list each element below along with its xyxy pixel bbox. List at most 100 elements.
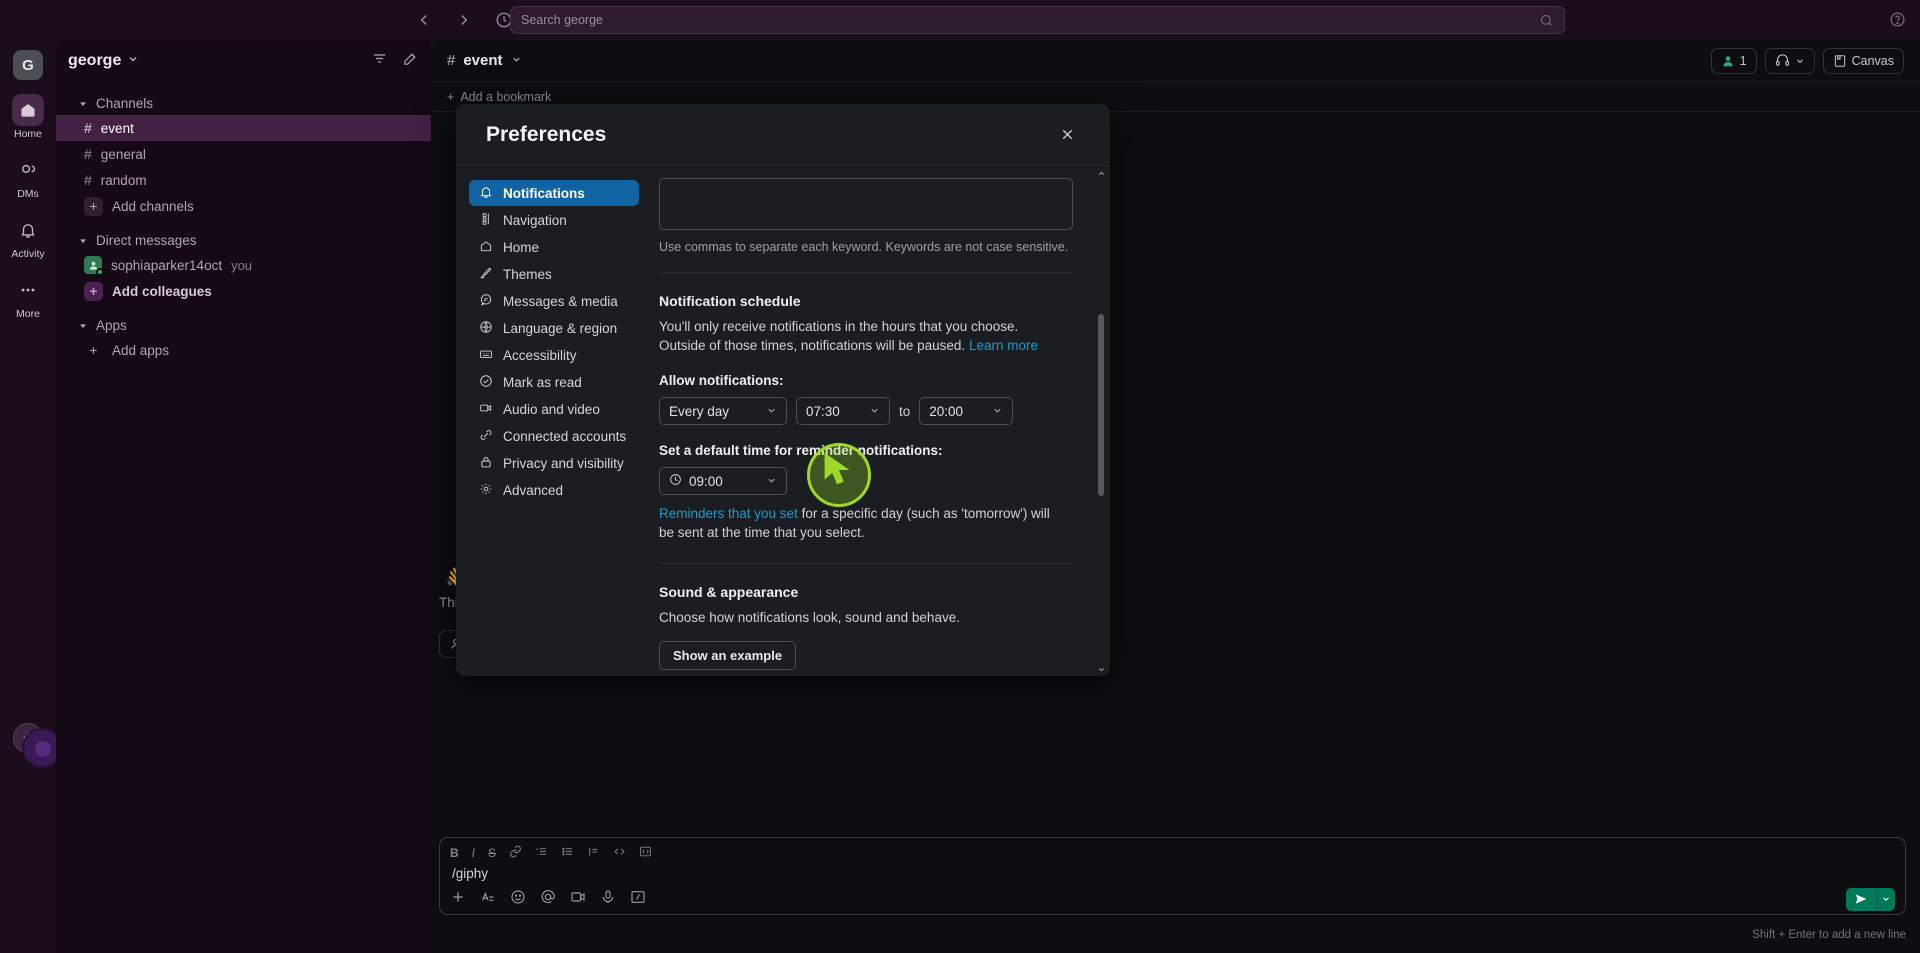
- chevron-down-icon[interactable]: [1096, 664, 1106, 674]
- help-icon[interactable]: [1889, 11, 1906, 33]
- learn-more-link[interactable]: Learn more: [969, 338, 1038, 353]
- pref-item-language-region[interactable]: Language & region: [469, 315, 639, 341]
- chevron-down-icon[interactable]: [127, 52, 139, 70]
- section-header-dms[interactable]: Direct messages: [56, 229, 431, 252]
- pref-item-privacy-and-visibility[interactable]: Privacy and visibility: [469, 450, 639, 476]
- hash-icon: #: [447, 52, 456, 69]
- workspace-name[interactable]: george: [68, 52, 121, 70]
- schedule-day-select[interactable]: Every day: [659, 397, 787, 426]
- search-input[interactable]: Search george: [521, 13, 603, 27]
- sidebar-item-random[interactable]: # random: [56, 167, 431, 193]
- hash-icon: #: [84, 146, 92, 162]
- microphone-icon[interactable]: [600, 889, 616, 910]
- strikethrough-icon[interactable]: S: [488, 846, 496, 860]
- back-icon[interactable]: [415, 11, 433, 29]
- scrollbar-thumb[interactable]: [1098, 314, 1104, 496]
- pref-item-connected-accounts[interactable]: Connected accounts: [469, 423, 639, 449]
- schedule-end-time-select[interactable]: 20:00: [919, 397, 1014, 426]
- pref-item-mark-as-read[interactable]: Mark as read: [469, 369, 639, 395]
- pref-item-label: Audio and video: [503, 401, 600, 417]
- italic-icon[interactable]: I: [472, 846, 475, 860]
- pref-item-advanced[interactable]: Advanced: [469, 477, 639, 503]
- rail-item-activity[interactable]: Activity: [3, 214, 53, 260]
- dialog-scrollbar[interactable]: [1096, 166, 1106, 676]
- pref-item-audio-and-video[interactable]: Audio and video: [469, 396, 639, 422]
- send-options-button[interactable]: [1876, 887, 1895, 911]
- allow-notifications-label: Allow notifications:: [659, 373, 784, 389]
- members-button[interactable]: 1: [1710, 47, 1757, 74]
- pref-item-home[interactable]: Home: [469, 234, 639, 260]
- section-title-channels: Channels: [96, 96, 154, 111]
- blockquote-icon[interactable]: [587, 845, 600, 861]
- channel-header-actions: 1 Canvas: [1710, 47, 1904, 74]
- link-icon[interactable]: [509, 845, 522, 861]
- sidebar-section-apps: Apps + Add apps: [56, 314, 431, 363]
- forward-icon[interactable]: [455, 11, 473, 29]
- sidebar-item-event[interactable]: # event: [56, 115, 431, 141]
- reminder-time-select[interactable]: 09:00: [659, 467, 787, 496]
- composer-input[interactable]: /giphy: [440, 864, 1905, 883]
- chevron-down-icon: [766, 474, 777, 489]
- sidebar-item-add-colleagues[interactable]: + Add colleagues: [56, 278, 431, 304]
- page-title[interactable]: event: [463, 52, 502, 69]
- ordered-list-icon[interactable]: [535, 845, 548, 861]
- section-header-apps[interactable]: Apps: [56, 314, 431, 337]
- pref-item-label: Messages & media: [503, 293, 618, 309]
- emoji-icon[interactable]: [510, 889, 526, 910]
- chevron-down-icon[interactable]: [511, 52, 522, 70]
- format-icon[interactable]: [480, 889, 496, 910]
- canvas-button[interactable]: Canvas: [1822, 47, 1904, 74]
- mention-icon[interactable]: [540, 889, 556, 910]
- home-icon: [479, 239, 493, 256]
- sidebar-item-add-channels[interactable]: + Add channels: [56, 193, 431, 219]
- workspace-avatar[interactable]: G: [13, 50, 43, 80]
- bulleted-list-icon[interactable]: [561, 845, 574, 861]
- members-count: 1: [1739, 53, 1747, 68]
- sidebar-item-dm-sophiaparker[interactable]: sophiaparker14oct you: [56, 252, 431, 278]
- globe-icon: [479, 320, 493, 337]
- pref-item-accessibility[interactable]: Accessibility: [469, 342, 639, 368]
- close-icon[interactable]: [1054, 122, 1080, 148]
- sidebar-item-general[interactable]: # general: [56, 141, 431, 167]
- preferences-content: Use commas to separate each keyword. Key…: [639, 166, 1110, 676]
- divider: [659, 272, 1073, 273]
- code-icon[interactable]: [613, 845, 626, 861]
- rail-label-dms: DMs: [17, 188, 39, 200]
- search-icon: [1539, 13, 1554, 33]
- bold-icon[interactable]: B: [450, 846, 459, 860]
- schedule-start-time-select[interactable]: 07:30: [796, 397, 890, 426]
- code-block-icon[interactable]: [639, 845, 652, 861]
- navigation-icon: [479, 212, 493, 229]
- check-circle-icon: [479, 374, 493, 391]
- schedule-to-label: to: [899, 403, 911, 419]
- send-button[interactable]: [1846, 887, 1876, 911]
- sound-appearance-title: Sound & appearance: [659, 583, 799, 600]
- sidebar-item-add-apps[interactable]: + Add apps: [56, 337, 431, 363]
- lock-icon: [479, 455, 493, 472]
- search-bar[interactable]: Search george: [510, 6, 1565, 34]
- hash-icon: #: [84, 172, 92, 188]
- rail-item-more[interactable]: More: [3, 274, 53, 320]
- keywords-textarea[interactable]: [659, 178, 1073, 230]
- reminder-time-value: 09:00: [689, 473, 723, 489]
- rail-item-home[interactable]: Home: [3, 94, 53, 140]
- pref-item-notifications[interactable]: Notifications: [469, 180, 639, 206]
- video-icon[interactable]: [570, 889, 586, 910]
- slash-command-icon[interactable]: [630, 889, 646, 910]
- reminders-that-you-set-link[interactable]: Reminders that you set: [659, 506, 798, 521]
- huddle-button[interactable]: [1764, 47, 1815, 74]
- rail-item-dms[interactable]: DMs: [3, 154, 53, 200]
- chevron-up-icon[interactable]: [1096, 168, 1106, 178]
- section-header-channels[interactable]: Channels: [56, 92, 431, 115]
- pref-item-label: Language & region: [503, 320, 618, 336]
- pref-item-messages-media[interactable]: Messages & media: [469, 288, 639, 314]
- pref-item-themes[interactable]: Themes: [469, 261, 639, 287]
- pref-item-navigation[interactable]: Navigation: [469, 207, 639, 233]
- filter-icon[interactable]: [371, 50, 388, 72]
- compose-icon[interactable]: [402, 50, 419, 72]
- keyboard-icon: [479, 347, 493, 364]
- plus-icon[interactable]: [450, 889, 466, 910]
- schedule-end-time-value: 20:00: [929, 403, 964, 419]
- message-composer[interactable]: B I S /giphy: [439, 837, 1906, 915]
- show-an-example-button[interactable]: Show an example: [659, 641, 797, 671]
